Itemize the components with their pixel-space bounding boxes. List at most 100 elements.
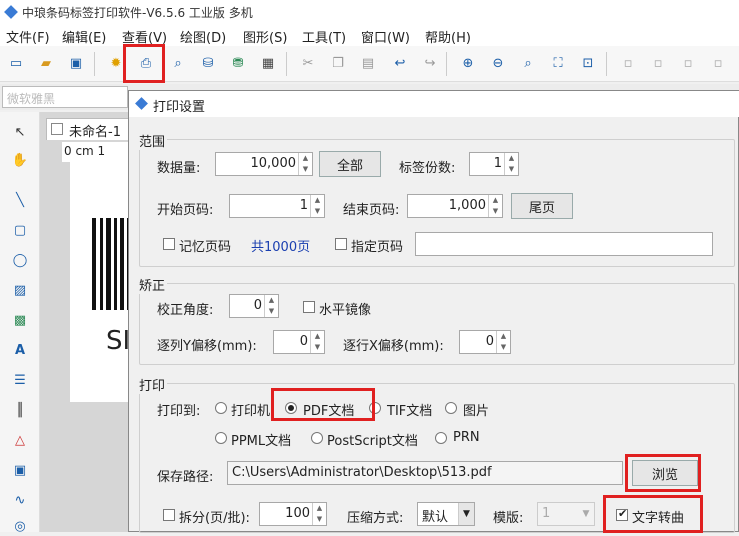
pointer-icon[interactable]: ↖ <box>10 122 30 142</box>
highlight-pdf-option <box>271 388 375 421</box>
angle-stepper[interactable]: 0 ▲ ▼ <box>229 294 279 318</box>
save-path-label: 保存路径: <box>157 470 214 485</box>
image-radio[interactable] <box>445 402 457 414</box>
copy-icon[interactable]: ❐ <box>328 53 348 73</box>
document-icon <box>51 123 63 135</box>
curve-icon[interactable]: ∿ <box>10 490 30 510</box>
barcode-graphic[interactable] <box>92 188 130 310</box>
template-select[interactable]: 1 ▼ <box>537 502 595 526</box>
label-canvas[interactable]: SI <box>70 162 130 402</box>
new-window-icon[interactable]: ▭ <box>6 53 26 73</box>
open-folder-icon[interactable]: ▰ <box>36 53 56 73</box>
font-select[interactable]: 微软雅黑 <box>2 86 128 108</box>
x-offset-value: 0 <box>485 334 494 349</box>
database-settings-icon[interactable]: ⛃ <box>228 53 248 73</box>
group-icon[interactable]: ▫ <box>648 53 668 73</box>
save-path-value: C:\Users\Administrator\Desktop\513.pdf <box>232 465 492 480</box>
undo-icon[interactable]: ↩ <box>390 53 410 73</box>
quantity-stepper[interactable]: 10,000 ▲ ▼ <box>215 152 313 176</box>
ruler-label: 0 cm 1 <box>64 144 106 158</box>
rectangle-icon[interactable]: ▢ <box>10 220 30 240</box>
menu-edit[interactable]: 编辑(E) <box>62 27 106 46</box>
mirror-label: 水平镜像 <box>319 303 372 318</box>
barcode-icon[interactable]: ║ <box>10 400 30 420</box>
split-checkbox[interactable] <box>163 509 175 521</box>
ppml-radio[interactable] <box>215 432 227 444</box>
triangle-icon[interactable]: △ <box>10 430 30 450</box>
menu-draw[interactable]: 绘图(D) <box>180 27 226 46</box>
all-button[interactable]: 全部 <box>319 151 381 177</box>
picture-icon[interactable]: ▩ <box>10 310 30 330</box>
menu-file[interactable]: 文件(F) <box>6 27 50 46</box>
toolbar: ▭ ▰ ▣ ✹ ⎙ ⌕ ⛁ ⛃ ▦ ✂ ❐ ▤ ↩ ↪ ⊕ ⊖ ⌕ ⛶ ⊡ ▫ … <box>0 46 739 82</box>
zoom-out-icon[interactable]: ⊖ <box>488 53 508 73</box>
copies-stepper[interactable]: 1 ▲ ▼ <box>469 152 519 176</box>
last-page-button[interactable]: 尾页 <box>511 193 573 219</box>
database-icon[interactable]: ⛁ <box>198 53 218 73</box>
quantity-label: 数据量: <box>157 161 201 176</box>
tab-label: 未命名-1 <box>69 125 121 140</box>
zoom-icon[interactable]: ⌕ <box>518 53 538 73</box>
zoom-in-icon[interactable]: ⊕ <box>458 53 478 73</box>
end-page-value: 1,000 <box>448 198 486 213</box>
printer-radio[interactable] <box>215 402 227 414</box>
y-offset-stepper[interactable]: 0 ▲ ▼ <box>273 330 325 354</box>
specify-page-label: 指定页码 <box>351 240 404 255</box>
ellipse-icon[interactable]: ◯ <box>10 250 30 270</box>
x-offset-stepper[interactable]: 0 ▲ ▼ <box>459 330 511 354</box>
fit-page-icon[interactable]: ⛶ <box>548 53 568 73</box>
shape-icon[interactable]: ◎ <box>10 516 30 536</box>
mirror-checkbox[interactable] <box>303 301 315 313</box>
align-icon[interactable]: ▫ <box>618 53 638 73</box>
rich-text-icon[interactable]: ☰ <box>10 370 30 390</box>
title-bar: 中琅条码标签打印软件-V6.5.6 工业版 多机 <box>0 0 739 24</box>
save-icon[interactable]: ▣ <box>66 53 86 73</box>
distribute-icon[interactable]: ▫ <box>708 53 728 73</box>
split-stepper[interactable]: 100 ▲ ▼ <box>259 502 327 526</box>
tab-document[interactable]: 未命名-1 <box>46 118 130 140</box>
remember-page-label: 记忆页码 <box>179 240 232 255</box>
menu-shape[interactable]: 图形(S) <box>243 27 287 46</box>
correction-group-title: 矫正 <box>137 275 168 294</box>
cut-icon[interactable]: ✂ <box>298 53 318 73</box>
angle-label: 校正角度: <box>157 303 214 318</box>
ungroup-icon[interactable]: ▫ <box>678 53 698 73</box>
menu-bar: 文件(F) 编辑(E) 查看(V) 绘图(D) 图形(S) 工具(T) 窗口(W… <box>0 24 739 46</box>
menu-help[interactable]: 帮助(H) <box>425 27 471 46</box>
printer-option-label: 打印机 <box>231 404 271 419</box>
print-settings-dialog: 打印设置 范围 数据量: 10,000 ▲ ▼ 全部 标签份数: 1 ▲ ▼ 开始页码:… <box>128 90 739 533</box>
save-path-input[interactable]: C:\Users\Administrator\Desktop\513.pdf <box>227 461 623 485</box>
chevron-down-icon: ▼ <box>458 503 474 525</box>
start-page-stepper[interactable]: 1 ▲ ▼ <box>229 194 325 218</box>
app-title: 中琅条码标签打印软件-V6.5.6 工业版 多机 <box>22 6 253 20</box>
redo-icon[interactable]: ↪ <box>420 53 440 73</box>
start-page-value: 1 <box>299 198 308 213</box>
app-logo-icon <box>4 5 18 19</box>
compress-select[interactable]: 默认 ▼ <box>417 502 475 526</box>
actual-size-icon[interactable]: ⊡ <box>578 53 598 73</box>
paste-icon[interactable]: ▤ <box>358 53 378 73</box>
image-icon[interactable]: ▨ <box>10 280 30 300</box>
left-toolbox: ↖ ✋ ╲ ▢ ◯ ▨ ▩ A ☰ ║ △ ▣ ∿ ◎ <box>0 112 40 534</box>
sample-text[interactable]: SI <box>106 326 130 356</box>
line-icon[interactable]: ╲ <box>10 190 30 210</box>
grid-icon[interactable]: ▦ <box>258 53 278 73</box>
range-group-title: 范围 <box>137 131 168 150</box>
split-label: 拆分(页/批): <box>179 511 250 526</box>
end-page-stepper[interactable]: 1,000 ▲ ▼ <box>407 194 503 218</box>
menu-window[interactable]: 窗口(W) <box>361 27 410 46</box>
specify-page-input[interactable] <box>415 232 713 256</box>
menu-tools[interactable]: 工具(T) <box>302 27 346 46</box>
postscript-radio[interactable] <box>311 432 323 444</box>
drag-icon[interactable]: ✋ <box>10 150 30 170</box>
text-icon[interactable]: A <box>10 340 30 360</box>
specify-page-checkbox[interactable] <box>335 238 347 250</box>
remember-page-checkbox[interactable] <box>163 238 175 250</box>
dialog-title: 打印设置 <box>153 100 206 115</box>
highlight-browse-button <box>625 454 701 492</box>
compress-value: 默认 <box>422 510 449 525</box>
qrcode-icon[interactable]: ▣ <box>10 460 30 480</box>
print-preview-icon[interactable]: ⌕ <box>168 53 188 73</box>
prn-radio[interactable] <box>435 432 447 444</box>
print-group-title: 打印 <box>137 375 168 394</box>
